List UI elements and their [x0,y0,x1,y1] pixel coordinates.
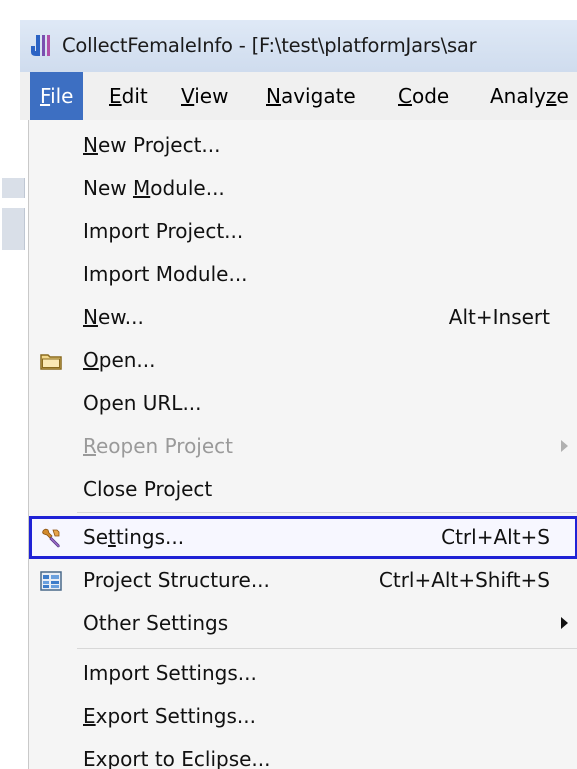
menu-item-new-project[interactable]: New Project... [29,124,577,167]
submenu-arrow-icon [561,617,568,629]
menu-item-export-settings[interactable]: Export Settings... [29,695,577,738]
menu-view[interactable]: View [171,72,238,120]
menu-item-other-settings[interactable]: Other Settings [29,602,577,645]
menu-separator [77,512,577,513]
menu-item-import-project[interactable]: Import Project... [29,210,577,253]
shortcut-label: Alt+Insert [448,305,550,329]
menu-edit[interactable]: Edit [99,72,158,120]
menubar: File Edit View Navigate Code Analyze [20,72,577,120]
screenshot-root: CollectFemaleInfo - [F:\test\platformJar… [0,0,577,769]
menu-item-new[interactable]: New... Alt+Insert [29,296,577,339]
ide-background-panel [0,120,28,769]
intellij-idea-icon [31,35,50,56]
menu-navigate[interactable]: Navigate [256,72,366,120]
menu-separator [77,648,577,649]
window-title: CollectFemaleInfo - [F:\test\platformJar… [62,34,477,57]
file-menu-dropdown: New Project... New Module... Import Proj… [28,120,577,769]
shortcut-label: Ctrl+Alt+Shift+S [378,568,550,592]
project-structure-icon [40,571,62,591]
menu-analyze[interactable]: Analyze [480,72,577,120]
menu-item-open-url[interactable]: Open URL... [29,382,577,425]
menu-item-close-project[interactable]: Close Project [29,468,577,511]
menu-item-open[interactable]: Open... [29,339,577,382]
menu-code[interactable]: Code [388,72,459,120]
shortcut-label: Ctrl+Alt+S [441,525,550,549]
menu-item-export-to-eclipse[interactable]: Export to Eclipse... [29,738,577,769]
menu-item-project-structure[interactable]: Project Structure... Ctrl+Alt+Shift+S [29,559,577,602]
menu-item-import-settings[interactable]: Import Settings... [29,652,577,695]
menu-item-new-module[interactable]: New Module... [29,167,577,210]
menu-item-reopen-project[interactable]: Reopen Project [29,425,577,468]
menu-item-import-module[interactable]: Import Module... [29,253,577,296]
submenu-arrow-icon [561,440,568,452]
menu-item-settings[interactable]: Settings... Ctrl+Alt+S [29,516,577,559]
folder-icon [40,354,62,370]
wrench-icon [42,528,60,548]
menu-file[interactable]: File [30,72,84,120]
window-titlebar: CollectFemaleInfo - [F:\test\platformJar… [20,20,577,72]
